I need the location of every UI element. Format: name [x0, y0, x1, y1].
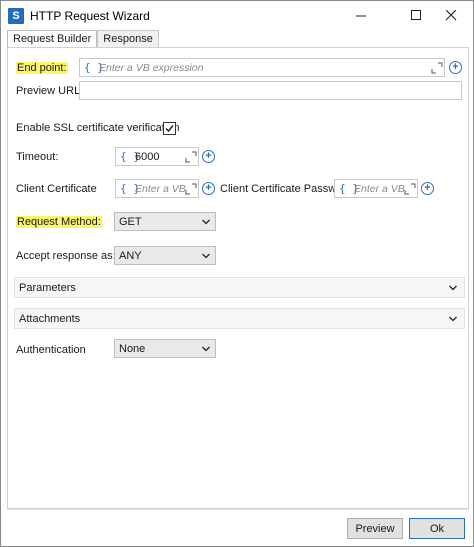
window-title: HTTP Request Wizard: [30, 9, 150, 23]
preview-url-label: Preview URL:: [16, 85, 84, 97]
plus-icon: +: [424, 182, 431, 194]
expand-editor-icon[interactable]: [431, 62, 443, 74]
plus-icon: +: [452, 61, 459, 73]
ok-button[interactable]: Ok: [409, 518, 465, 539]
expand-editor-icon[interactable]: [185, 151, 197, 163]
tab-response[interactable]: Response: [97, 30, 159, 48]
maximize-icon: [410, 9, 421, 20]
attachments-section-title: Attachments: [19, 313, 81, 325]
end-point-add-button[interactable]: +: [449, 61, 462, 74]
client-certificate-add-button[interactable]: +: [202, 182, 215, 195]
http-request-wizard-window: S HTTP Request Wizard Request Builder Re…: [0, 0, 474, 547]
title-bar: S HTTP Request Wizard: [1, 1, 473, 29]
footer-divider: [7, 509, 469, 510]
ssl-verification-checkbox[interactable]: [163, 122, 176, 135]
preview-url-input[interactable]: [79, 81, 462, 100]
client-certificate-input[interactable]: { } Enter a VB: [115, 179, 199, 198]
close-button[interactable]: [429, 1, 473, 29]
plus-icon: +: [205, 182, 212, 194]
timeout-value: 6000: [135, 151, 160, 163]
client-certificate-label: Client Certificate: [16, 183, 97, 195]
accept-response-label: Accept response as:: [16, 250, 116, 262]
client-certificate-placeholder: Enter a VB: [135, 183, 186, 195]
accept-response-value: ANY: [119, 250, 142, 262]
client-certificate-password-add-button[interactable]: +: [421, 182, 434, 195]
ssl-verification-label: Enable SSL certificate verification: [16, 122, 180, 134]
timeout-input[interactable]: { } 6000: [115, 147, 199, 166]
accept-response-select[interactable]: ANY: [114, 246, 216, 265]
expand-editor-icon[interactable]: [185, 183, 197, 195]
request-method-label-text: Request Method:: [16, 216, 102, 228]
chevron-down-icon: [449, 285, 457, 291]
client-certificate-password-input[interactable]: { } Enter a VB: [334, 179, 418, 198]
chevron-down-icon: [202, 253, 210, 259]
end-point-input[interactable]: { } Enter a VB expression: [79, 58, 445, 77]
tab-strip: Request Builder Response: [7, 30, 159, 48]
plus-icon: +: [205, 150, 212, 162]
tab-request-builder[interactable]: Request Builder: [7, 30, 98, 48]
checkmark-icon: [165, 125, 174, 133]
parameters-section-header[interactable]: Parameters: [14, 277, 465, 298]
request-method-select[interactable]: GET: [114, 212, 216, 231]
authentication-label: Authentication: [16, 344, 86, 356]
chevron-down-icon: [202, 219, 210, 225]
request-method-label: Request Method:: [16, 216, 102, 228]
minimize-button[interactable]: [339, 1, 383, 29]
chevron-down-icon: [202, 346, 210, 352]
timeout-label: Timeout:: [16, 151, 59, 163]
authentication-value: None: [119, 343, 146, 355]
request-method-value: GET: [119, 216, 142, 228]
client-certificate-password-placeholder: Enter a VB: [354, 183, 405, 195]
end-point-placeholder: Enter a VB expression: [99, 62, 204, 74]
chevron-down-icon: [449, 316, 457, 322]
parameters-section-title: Parameters: [19, 282, 76, 294]
authentication-select[interactable]: None: [114, 339, 216, 358]
attachments-section-header[interactable]: Attachments: [14, 308, 465, 329]
end-point-label-text: End point:: [16, 62, 68, 74]
close-icon: [445, 9, 456, 20]
app-logo-icon: S: [8, 8, 24, 24]
end-point-label: End point:: [16, 62, 68, 74]
timeout-add-button[interactable]: +: [202, 150, 215, 163]
expand-editor-icon[interactable]: [404, 183, 416, 195]
minimize-icon: [355, 15, 366, 16]
preview-button[interactable]: Preview: [347, 518, 403, 539]
client-certificate-password-label: Client Certificate Password: [220, 183, 353, 195]
